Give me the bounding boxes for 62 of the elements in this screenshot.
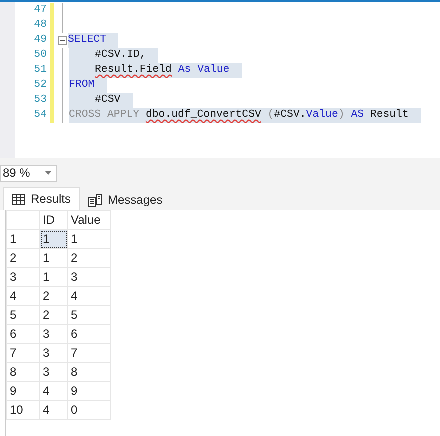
table-cell[interactable]: 0 (68, 400, 110, 420)
row-number[interactable]: 9 (6, 382, 40, 400)
zoom-dropdown[interactable]: 89 % (0, 164, 57, 182)
table-cell[interactable]: 1 (40, 248, 68, 268)
code-token: ( (266, 109, 274, 121)
line-number: 47 (33, 3, 47, 18)
table-cell[interactable]: 4 (40, 400, 68, 420)
table-cell[interactable]: 4 (68, 286, 110, 306)
line-number: 49 (33, 33, 47, 48)
row-number[interactable]: 6 (6, 324, 40, 344)
code-token: #CSV (95, 94, 121, 106)
table-cell[interactable]: 2 (40, 286, 68, 306)
row-number[interactable]: 3 (6, 268, 40, 286)
code-token: Value (196, 64, 230, 76)
line-number: 52 (33, 78, 47, 93)
messages-tab[interactable]: Messages (80, 190, 171, 210)
code-token: #CSV.ID, (95, 49, 146, 61)
table-cell[interactable]: 1 (40, 268, 68, 286)
table-cell[interactable]: 2 (68, 248, 110, 268)
collapse-icon[interactable] (58, 36, 67, 45)
document-icon (88, 194, 102, 206)
table-cell[interactable]: 2 (40, 306, 68, 324)
row-number[interactable]: 5 (6, 306, 40, 324)
table-cell[interactable]: 4 (40, 382, 68, 400)
line-number: 48 (33, 18, 47, 33)
row-number[interactable]: 2 (6, 248, 40, 268)
table-cell[interactable]: 9 (68, 382, 110, 400)
table-cell[interactable]: 5 (68, 306, 110, 324)
column-header: Value (68, 210, 110, 230)
code-token: CROSS APPLY (69, 109, 140, 121)
code-token: As (177, 64, 192, 76)
line-number: 50 (33, 48, 47, 63)
row-number[interactable]: 4 (6, 286, 40, 306)
table-cell[interactable]: 7 (68, 344, 110, 362)
code-editor[interactable]: 47 48 49 SELECT 50 #CSV.ID, 51 Result.Field As Value 52 FROM 53 #CSV 54 CROSS APPLY dbo.udf_ConvertCSV (#CSV.Value) AS Result (0, 0, 440, 158)
table-cell[interactable]: 3 (40, 324, 68, 344)
table-cell[interactable]: 3 (68, 268, 110, 286)
code-token: FROM (69, 79, 95, 91)
table-cell[interactable]: 1 (68, 230, 110, 248)
code-token: Value (306, 109, 338, 121)
line-number: 51 (33, 63, 47, 78)
table-cell[interactable]: 1 (40, 230, 68, 248)
line-number: 53 (33, 93, 47, 108)
code-token: #CSV. (274, 109, 306, 121)
code-token: SELECT (68, 34, 106, 46)
column-header: ID (40, 210, 68, 230)
underlined-code-token: dbo.udf_ConvertCSV (144, 109, 262, 121)
code-token: Result (369, 109, 409, 121)
table-cell[interactable]: 3 (40, 362, 68, 382)
code-token: AS (350, 109, 364, 121)
row-number[interactable]: 8 (6, 362, 40, 382)
row-number[interactable]: 7 (6, 344, 40, 362)
underlined-code-token: Result.Field (95, 64, 172, 76)
table-cell[interactable]: 8 (68, 362, 110, 382)
results-tab[interactable]: Results (3, 187, 80, 210)
row-number[interactable]: 10 (6, 400, 40, 420)
table-cell[interactable]: 6 (68, 324, 110, 344)
grid-icon (12, 194, 25, 204)
code-token: ) (338, 109, 345, 121)
line-number: 54 (33, 108, 47, 123)
table-cell[interactable]: 3 (40, 344, 68, 362)
caret-icon (45, 171, 52, 175)
